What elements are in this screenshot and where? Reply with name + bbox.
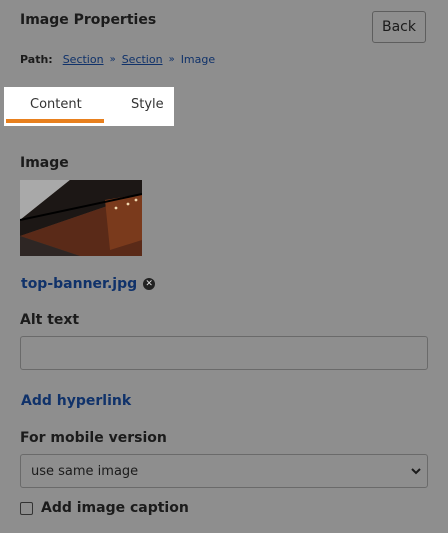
mobile-version-label: For mobile version bbox=[20, 430, 167, 446]
breadcrumb-label: Path: bbox=[20, 53, 53, 66]
tab-content[interactable]: Content bbox=[30, 97, 82, 112]
chevron-down-icon bbox=[411, 468, 421, 475]
image-thumbnail-picture bbox=[20, 180, 142, 256]
add-caption-checkbox[interactable] bbox=[20, 501, 33, 515]
mobile-version-select[interactable]: use same image bbox=[20, 454, 428, 488]
active-tab-indicator bbox=[6, 119, 104, 123]
image-thumbnail[interactable] bbox=[20, 180, 142, 256]
tab-style[interactable]: Style bbox=[131, 97, 164, 112]
mobile-version-selected: use same image bbox=[31, 463, 139, 479]
caption-row: Add image caption bbox=[20, 500, 189, 516]
tab-bar: Content Style bbox=[4, 87, 174, 126]
breadcrumb-separator-icon: » bbox=[109, 54, 116, 65]
breadcrumb: Path: Section » Section » Image bbox=[20, 53, 215, 66]
image-filename: top-banner.jpg ✕ bbox=[21, 276, 156, 292]
breadcrumb-link-section-1[interactable]: Section bbox=[63, 53, 104, 66]
back-button[interactable]: Back bbox=[372, 11, 426, 43]
alt-text-input[interactable] bbox=[20, 336, 428, 370]
filename-text: top-banner.jpg bbox=[21, 276, 138, 292]
remove-image-icon[interactable]: ✕ bbox=[143, 278, 156, 290]
add-caption-label: Add image caption bbox=[41, 500, 189, 516]
image-section-label: Image bbox=[20, 155, 69, 171]
breadcrumb-current: Image bbox=[180, 53, 216, 66]
alt-text-label: Alt text bbox=[20, 312, 80, 328]
breadcrumb-link-section-2[interactable]: Section bbox=[122, 53, 163, 66]
breadcrumb-separator-icon: » bbox=[168, 54, 175, 65]
page-title: Image Properties bbox=[20, 12, 157, 28]
add-hyperlink-link[interactable]: Add hyperlink bbox=[21, 393, 131, 409]
